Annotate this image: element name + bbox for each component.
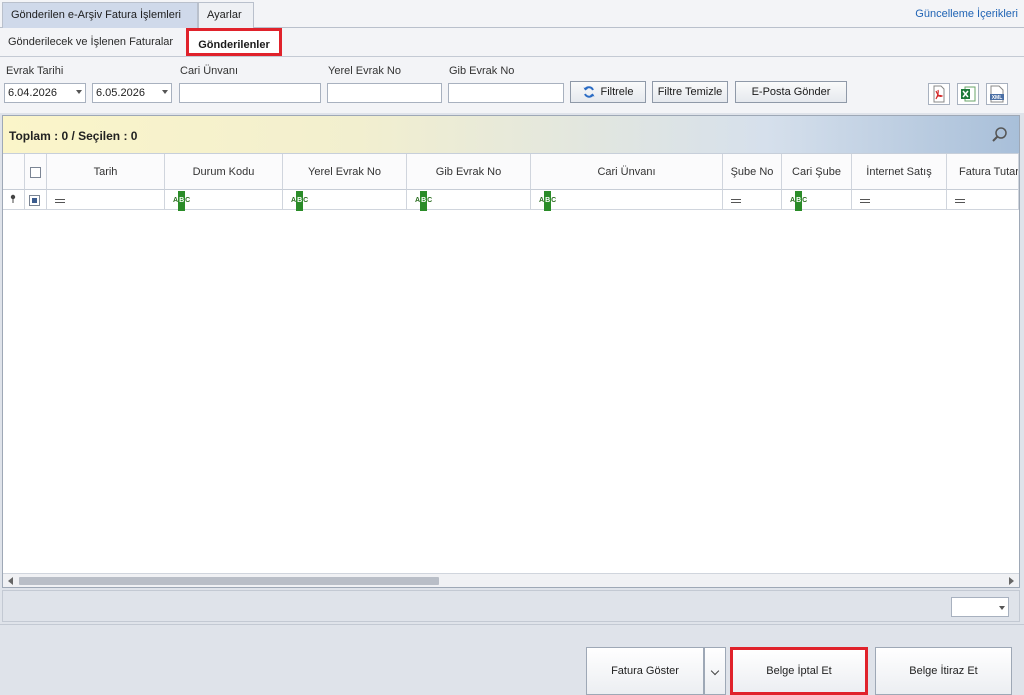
tab-ayarlar[interactable]: Ayarlar	[198, 2, 254, 28]
scroll-right-icon[interactable]	[1009, 577, 1014, 585]
sub-tab-strip: Gönderilecek ve İşlenen Faturalar Gönder…	[0, 28, 1024, 57]
fatura-goster-button[interactable]: Fatura Göster	[586, 647, 704, 695]
col-cari-sube[interactable]: Cari Şube	[782, 154, 852, 190]
top-tab-strip: Gönderilen e-Arşiv Fatura İşlemleri Ayar…	[0, 0, 1024, 28]
equals-icon	[55, 198, 65, 203]
date-from-combo[interactable]: 6.04.2026	[4, 83, 86, 103]
col-cari-unvani[interactable]: Cari Ünvanı	[531, 154, 723, 190]
filter-cari-sube[interactable]: ABC	[782, 190, 852, 211]
gib-evrak-no-label: Gib Evrak No	[449, 65, 515, 77]
evrak-tarihi-label: Evrak Tarihi	[6, 65, 64, 77]
date-to-value: 6.05.2026	[96, 87, 145, 99]
col-fatura-tutari[interactable]: Fatura Tutarı	[947, 154, 1019, 190]
filter-row-checkbox-cell[interactable]	[25, 190, 47, 210]
refresh-icon	[583, 86, 595, 98]
scroll-left-icon[interactable]	[8, 577, 13, 585]
horizontal-scrollbar[interactable]	[3, 573, 1019, 587]
filter-tarih[interactable]	[47, 190, 165, 210]
cari-unvani-input[interactable]	[179, 83, 321, 103]
filter-fatura-tutari[interactable]	[947, 190, 1019, 210]
tab-gonderilen-e-arsiv[interactable]: Gönderilen e-Arşiv Fatura İşlemleri	[2, 2, 198, 28]
abc-icon: ABC	[173, 190, 190, 211]
filtrele-button[interactable]: Filtrele	[570, 81, 646, 103]
gib-evrak-no-input[interactable]	[448, 83, 564, 103]
invoice-grid: Toplam : 0 / Seçilen : 0 Tarih Durum Kod…	[2, 115, 1020, 588]
yerel-evrak-no-input[interactable]	[327, 83, 442, 103]
row-indicator-header	[3, 154, 25, 190]
guncelleme-icerikleri-link[interactable]: Güncelleme İçerikleri	[915, 8, 1018, 20]
filter-checkbox[interactable]	[29, 195, 40, 207]
col-durum-kodu[interactable]: Durum Kodu	[165, 154, 283, 190]
tab-gonderilenler[interactable]: Gönderilenler	[186, 28, 282, 56]
equals-icon	[731, 198, 741, 203]
summary-text: Toplam : 0 / Seçilen : 0	[9, 129, 138, 143]
xml-icon-label: XML	[992, 95, 1003, 101]
pin-icon	[10, 194, 16, 203]
select-all-checkbox[interactable]	[30, 166, 41, 178]
abc-icon: ABC	[539, 190, 556, 211]
page-size-combo[interactable]	[951, 597, 1009, 617]
col-gib-evrak-no[interactable]: Gib Evrak No	[407, 154, 531, 190]
scrollbar-thumb[interactable]	[19, 577, 439, 585]
chevron-down-icon	[710, 666, 720, 676]
belge-itiraz-button[interactable]: Belge İtiraz Et	[875, 647, 1012, 695]
date-to-combo[interactable]: 6.05.2026	[92, 83, 172, 103]
abc-icon: ABC	[415, 190, 432, 211]
filtre-temizle-button[interactable]: Filtre Temizle	[652, 81, 728, 103]
xml-icon[interactable]: XML	[986, 83, 1008, 105]
filter-yerel-evrak-no[interactable]: ABC	[283, 190, 407, 211]
yerel-evrak-no-label: Yerel Evrak No	[328, 65, 401, 77]
filter-durum-kodu[interactable]: ABC	[165, 190, 283, 211]
select-all-header[interactable]	[25, 154, 47, 190]
filter-sube-no[interactable]	[723, 190, 782, 210]
fatura-goster-dropdown[interactable]	[704, 647, 726, 695]
filter-panel: Evrak Tarihi 6.04.2026 6.05.2026 Cari Ün…	[0, 57, 1024, 113]
chevron-down-icon[interactable]	[162, 90, 168, 94]
action-bar: Fatura Göster Belge İptal Et Belge İtira…	[0, 624, 1024, 695]
equals-icon	[860, 198, 870, 203]
eposta-gonder-button[interactable]: E-Posta Gönder	[735, 81, 847, 103]
abc-icon: ABC	[291, 190, 308, 211]
grid-footer-bar	[2, 590, 1020, 622]
search-icon[interactable]	[991, 126, 1009, 144]
equals-icon	[955, 198, 965, 203]
col-tarih[interactable]: Tarih	[47, 154, 165, 190]
filter-gib-evrak-no[interactable]: ABC	[407, 190, 531, 211]
col-internet-satis[interactable]: İnternet Satış	[852, 154, 947, 190]
abc-icon: ABC	[790, 190, 807, 211]
filtrele-label: Filtrele	[600, 86, 634, 98]
pdf-icon[interactable]	[928, 83, 950, 105]
filter-internet-satis[interactable]	[852, 190, 947, 210]
filter-cari-unvani[interactable]: ABC	[531, 190, 723, 211]
col-sube-no[interactable]: Şube No	[723, 154, 782, 190]
col-yerel-evrak-no[interactable]: Yerel Evrak No	[283, 154, 407, 190]
belge-iptal-button[interactable]: Belge İptal Et	[730, 647, 868, 695]
chevron-down-icon[interactable]	[76, 90, 82, 94]
filter-row-indicator	[3, 190, 25, 210]
tab-gonderilecek-islenen[interactable]: Gönderilecek ve İşlenen Faturalar	[8, 28, 173, 56]
date-from-value: 6.04.2026	[8, 87, 57, 99]
chevron-down-icon[interactable]	[999, 606, 1005, 610]
grid-summary-bar: Toplam : 0 / Seçilen : 0	[3, 116, 1019, 154]
excel-icon[interactable]	[957, 83, 979, 105]
cari-unvani-label: Cari Ünvanı	[180, 65, 239, 77]
